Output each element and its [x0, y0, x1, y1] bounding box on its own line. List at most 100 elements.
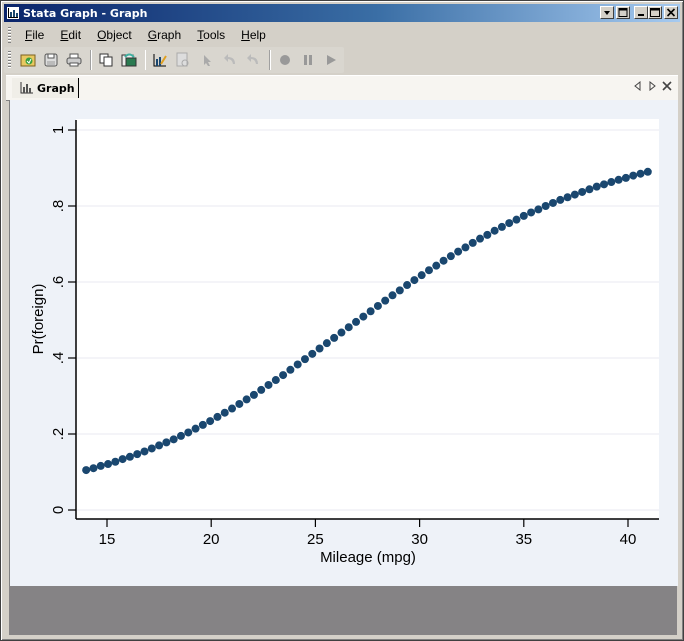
dock-window-icon [618, 8, 628, 17]
data-point [264, 380, 273, 389]
menu-graph[interactable]: Graph [140, 28, 189, 42]
data-point [403, 281, 412, 290]
menu-edit[interactable]: Edit [52, 28, 89, 42]
pause-icon [304, 55, 313, 65]
close-button[interactable] [664, 6, 678, 19]
tab-scroll-left-icon[interactable] [634, 81, 642, 91]
tab-scroll-right-icon[interactable] [648, 81, 656, 91]
redo-button[interactable] [243, 49, 264, 71]
menu-object[interactable]: Object [89, 28, 140, 42]
scatter-chart: 0 .2 .4 .6 .8 1 15 20 25 30 35 40 Mileage (mpg) Pr… [30, 119, 659, 566]
data-point [155, 441, 164, 450]
save-disk-icon [44, 53, 58, 67]
stata-graph-window: Stata Graph - Graph File Edit Object Gra… [0, 0, 684, 641]
data-point [468, 238, 477, 247]
data-point [96, 461, 105, 470]
save-graph-button[interactable] [40, 49, 61, 71]
pause-button[interactable] [297, 49, 318, 71]
tab-graph[interactable]: Graph [12, 78, 79, 98]
y-tick-label: 1 [50, 126, 67, 134]
data-point [410, 276, 419, 285]
data-point [213, 412, 222, 421]
open-graph-button[interactable] [17, 49, 38, 71]
data-point [228, 404, 237, 413]
copy-graph-button[interactable] [95, 49, 116, 71]
graph-area: 0 .2 .4 .6 .8 1 15 20 25 30 35 40 Mileage (mpg) Pr… [9, 100, 678, 586]
toolbar [4, 47, 344, 73]
undo-icon [224, 54, 236, 64]
redo-icon [247, 54, 259, 64]
data-point [446, 252, 455, 261]
data-point [147, 444, 156, 453]
data-point [563, 193, 572, 202]
start-editor-button[interactable] [173, 49, 194, 71]
graph-editor-button[interactable] [149, 49, 170, 71]
y-tick-label: .8 [50, 200, 67, 213]
y-axis-title: Pr(foreign) [30, 284, 47, 355]
data-point [111, 457, 120, 466]
data-point [512, 215, 521, 224]
close-icon [666, 8, 676, 17]
data-point [592, 182, 601, 191]
x-axis-title: Mileage (mpg) [320, 549, 416, 566]
minimize-button[interactable] [634, 6, 648, 19]
data-point [191, 424, 200, 433]
y-tick-label: .2 [50, 428, 67, 441]
y-tick-label: 0 [50, 506, 67, 514]
document-search-icon [176, 52, 189, 67]
x-tick-label: 30 [411, 531, 428, 548]
data-point [541, 202, 550, 210]
record-icon [279, 55, 290, 65]
open-folder-icon [20, 54, 36, 67]
data-point [162, 438, 171, 447]
record-button[interactable] [274, 49, 295, 71]
data-point [249, 390, 258, 399]
data-point [206, 417, 215, 426]
rename-graph-button[interactable] [118, 49, 139, 71]
graph-tab-icon [20, 82, 33, 94]
menubar-grip[interactable] [8, 27, 11, 43]
x-tick-label: 20 [203, 531, 220, 548]
data-point [82, 466, 91, 475]
data-point [497, 222, 506, 231]
toolbar-separator [89, 50, 92, 70]
data-point [322, 339, 331, 348]
toolbar-separator [144, 50, 147, 70]
window-title: Stata Graph - Graph [23, 6, 148, 20]
y-tick-label: .4 [50, 352, 67, 365]
menu-tools[interactable]: Tools [189, 28, 233, 42]
rename-graph-icon [121, 53, 137, 67]
data-point [257, 385, 266, 394]
data-point [505, 219, 514, 228]
printer-icon [66, 53, 82, 67]
title-bar: Stata Graph - Graph [4, 4, 680, 22]
data-point [483, 230, 492, 239]
dock-button[interactable] [616, 6, 630, 19]
data-point [337, 328, 346, 337]
plot-region [76, 119, 659, 519]
data-point [220, 408, 229, 417]
data-point [388, 291, 397, 300]
empty-panel [9, 586, 677, 635]
data-point [308, 349, 317, 358]
data-point [279, 371, 288, 380]
toolbar-grip[interactable] [8, 51, 11, 69]
data-point [424, 266, 433, 275]
pointer-icon [203, 55, 211, 66]
menu-file[interactable]: File [17, 28, 52, 42]
x-tick-label: 25 [307, 531, 324, 548]
print-graph-button[interactable] [64, 49, 85, 71]
play-button[interactable] [321, 49, 342, 71]
undo-button[interactable] [219, 49, 240, 71]
minimize-icon [638, 14, 644, 16]
maximize-button[interactable] [648, 6, 662, 19]
menu-help[interactable]: Help [233, 28, 274, 42]
x-tick-label: 35 [515, 531, 532, 548]
system-menu-button[interactable] [600, 6, 614, 19]
pointer-tool-button[interactable] [196, 49, 217, 71]
data-point [461, 243, 470, 252]
data-point [359, 312, 368, 321]
data-point [198, 420, 207, 429]
tab-close-icon[interactable] [662, 81, 672, 91]
data-point [286, 365, 295, 374]
